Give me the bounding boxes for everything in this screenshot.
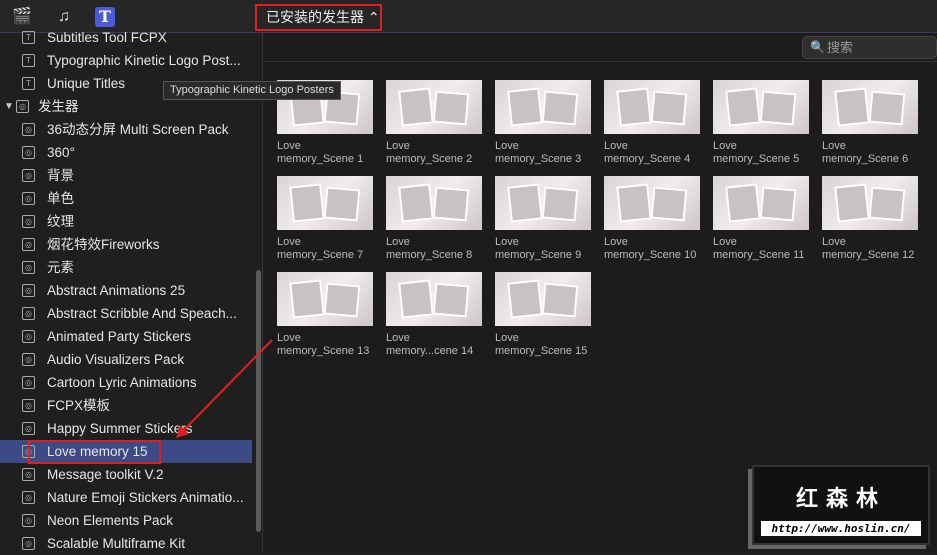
watermark-url: http://www.hoslin.cn/ bbox=[761, 521, 921, 536]
watermark-logo: 红森林 http://www.hoslin.cn/ bbox=[752, 465, 930, 545]
watermark-title: 红森林 bbox=[795, 486, 886, 511]
